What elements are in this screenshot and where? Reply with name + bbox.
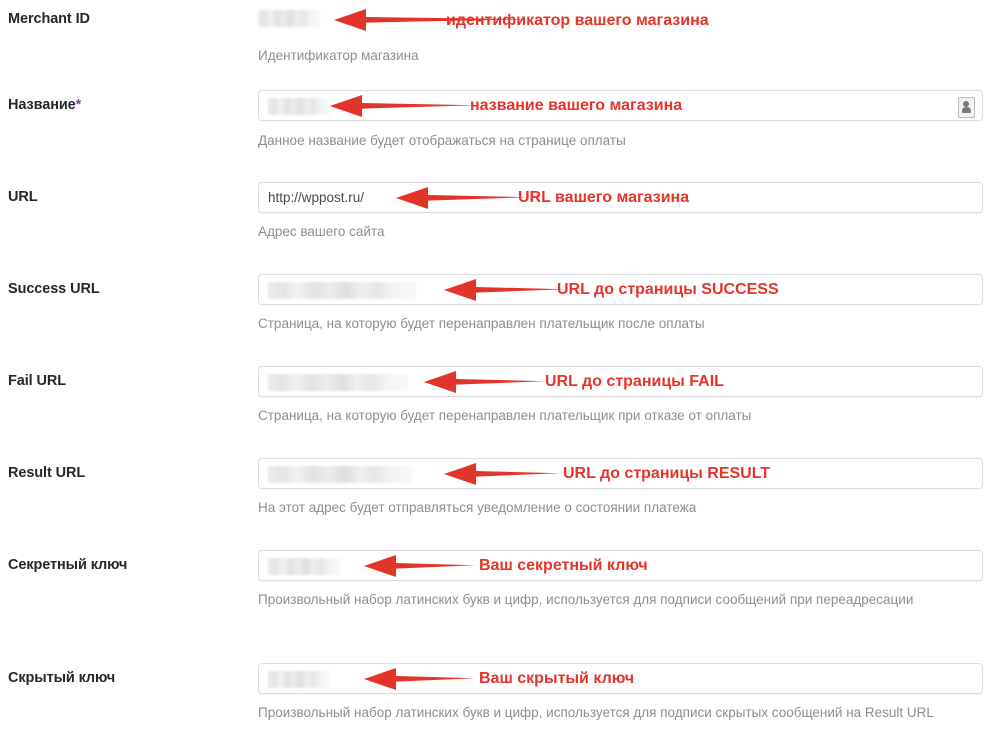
label-text: Fail URL bbox=[8, 373, 67, 389]
secret-key-input[interactable] bbox=[258, 550, 983, 581]
autofill-credentials-icon[interactable] bbox=[958, 97, 975, 118]
label-text: Success URL bbox=[8, 281, 100, 297]
field-control-success-url bbox=[258, 274, 983, 305]
field-label-secret-key: Секретный ключ bbox=[8, 556, 248, 574]
redacted-value-result-url bbox=[268, 466, 413, 483]
field-help-name: Данное название будет отображаться на ст… bbox=[258, 133, 626, 148]
url-input[interactable]: http://wppost.ru/ bbox=[258, 182, 983, 213]
field-control-name bbox=[258, 90, 983, 121]
field-help-hidden-key: Произвольный набор латинских букв и цифр… bbox=[258, 705, 934, 720]
field-help-merchant-id: Идентификатор магазина bbox=[258, 48, 419, 63]
redacted-value-fail-url bbox=[268, 374, 408, 391]
field-help-fail-url: Страница, на которую будет перенаправлен… bbox=[258, 408, 752, 423]
field-label-result-url: Result URL bbox=[8, 464, 248, 482]
field-label-success-url: Success URL bbox=[8, 280, 248, 298]
field-label-hidden-key: Скрытый ключ bbox=[8, 669, 248, 687]
field-label-name: Название* bbox=[8, 96, 248, 114]
annotation-merchant-id: идентификатор вашего магазина bbox=[446, 12, 709, 29]
url-input-value: http://wppost.ru/ bbox=[268, 190, 365, 205]
redacted-value-success-url bbox=[268, 282, 416, 299]
result-url-input[interactable] bbox=[258, 458, 983, 489]
hidden-key-input[interactable] bbox=[258, 663, 983, 694]
arrow-left-pointer bbox=[334, 9, 530, 31]
redacted-value-merchant-id bbox=[258, 10, 320, 27]
field-control-fail-url bbox=[258, 366, 983, 397]
label-text: Скрытый ключ bbox=[8, 670, 116, 686]
field-help-result-url: На этот адрес будет отправляться уведомл… bbox=[258, 500, 697, 515]
field-control-url: http://wppost.ru/ bbox=[258, 182, 983, 213]
field-control-result-url bbox=[258, 458, 983, 489]
success-url-input[interactable] bbox=[258, 274, 983, 305]
redacted-value-hidden-key bbox=[268, 671, 330, 688]
redacted-value-name bbox=[268, 98, 330, 115]
name-input[interactable] bbox=[258, 90, 983, 121]
label-text: Merchant ID bbox=[8, 11, 90, 27]
label-text: URL bbox=[8, 189, 38, 205]
field-control-secret-key bbox=[258, 550, 983, 581]
field-label-merchant-id: Merchant ID bbox=[8, 10, 248, 28]
label-text: Секретный ключ bbox=[8, 557, 128, 573]
field-control-hidden-key bbox=[258, 663, 983, 694]
redacted-value-secret-key bbox=[268, 558, 340, 575]
field-label-url: URL bbox=[8, 188, 248, 206]
field-help-url: Адрес вашего сайта bbox=[258, 224, 385, 239]
label-text: Result URL bbox=[8, 465, 86, 481]
field-help-success-url: Страница, на которую будет перенаправлен… bbox=[258, 316, 705, 331]
field-label-fail-url: Fail URL bbox=[8, 372, 248, 390]
label-text: Название bbox=[8, 97, 76, 113]
field-help-secret-key: Произвольный набор латинских букв и цифр… bbox=[258, 592, 914, 607]
fail-url-input[interactable] bbox=[258, 366, 983, 397]
required-marker: * bbox=[75, 97, 82, 113]
